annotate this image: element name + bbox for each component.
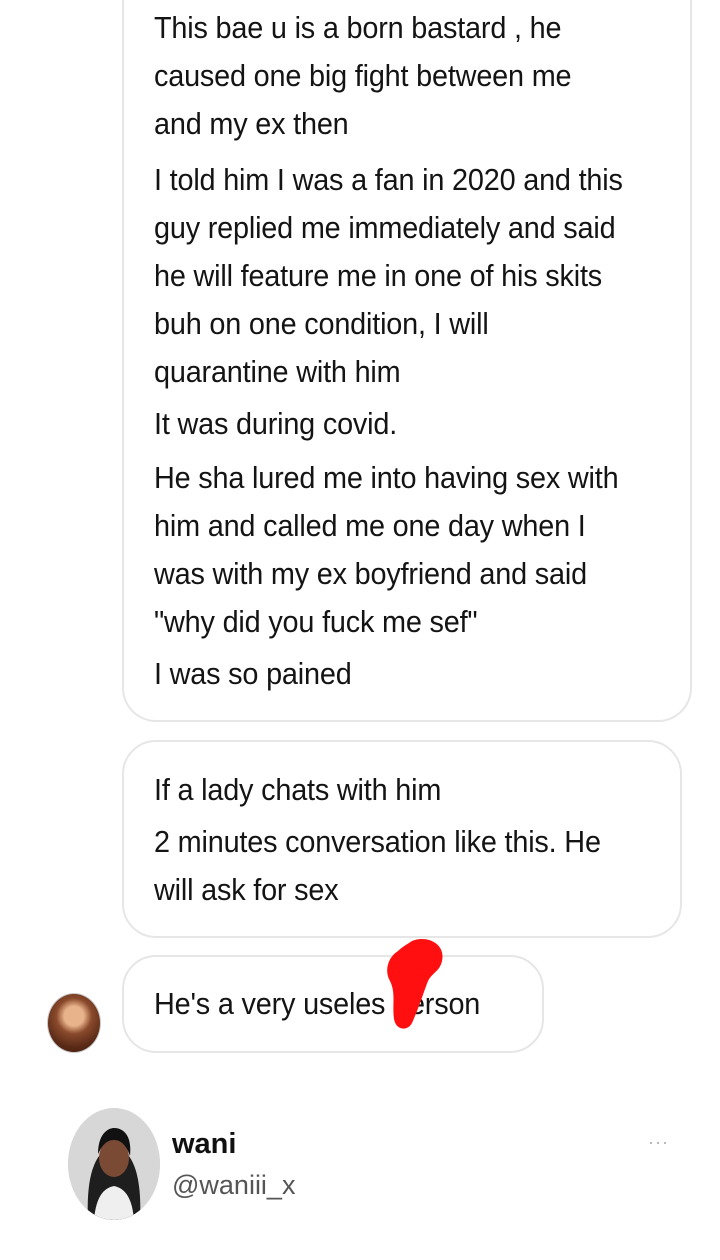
message-bubble: This bae u is a born bastard , he caused… <box>122 0 692 722</box>
message-text: He sha lured me into having sex with <box>154 460 619 495</box>
message-text: him and called me one day when I <box>154 508 586 543</box>
profile-avatar[interactable] <box>68 1108 160 1220</box>
user-handle[interactable]: @waniii_x <box>172 1170 295 1201</box>
message-text: and my ex then <box>154 106 349 141</box>
display-name[interactable]: wani <box>172 1128 236 1161</box>
message-text: It was during covid. <box>154 406 398 441</box>
message-text: I told him I was a fan in 2020 and this <box>154 162 623 197</box>
message-text: I was so pained <box>154 656 352 691</box>
message-bubble: He's a very useles person <box>122 955 544 1053</box>
message-text: He's a very useles person <box>154 986 481 1021</box>
message-text: caused one big fight between me <box>154 58 572 93</box>
message-text: 2 minutes conversation like this. He <box>154 824 601 859</box>
message-text: guy replied me immediately and said <box>154 210 616 245</box>
message-text: quarantine with him <box>154 354 401 389</box>
message-bubble: If a lady chats with him 2 minutes conve… <box>122 740 682 938</box>
message-text: This bae u is a born bastard , he <box>154 10 562 45</box>
chat-thread: This bae u is a born bastard , he caused… <box>0 0 720 1080</box>
message-text: was with my ex boyfriend and said <box>154 556 587 591</box>
message-text: If a lady chats with him <box>154 772 442 807</box>
message-text: "why did you fuck me sef" <box>154 604 478 639</box>
message-text: buh on one condition, I will <box>154 306 489 341</box>
sender-avatar <box>47 993 101 1053</box>
more-options-icon[interactable]: ··· <box>648 1132 669 1153</box>
message-text: will ask for sex <box>154 872 339 907</box>
message-text: he will feature me in one of his skits <box>154 258 603 293</box>
profile-footer: wani @waniii_x ··· <box>0 1090 720 1260</box>
